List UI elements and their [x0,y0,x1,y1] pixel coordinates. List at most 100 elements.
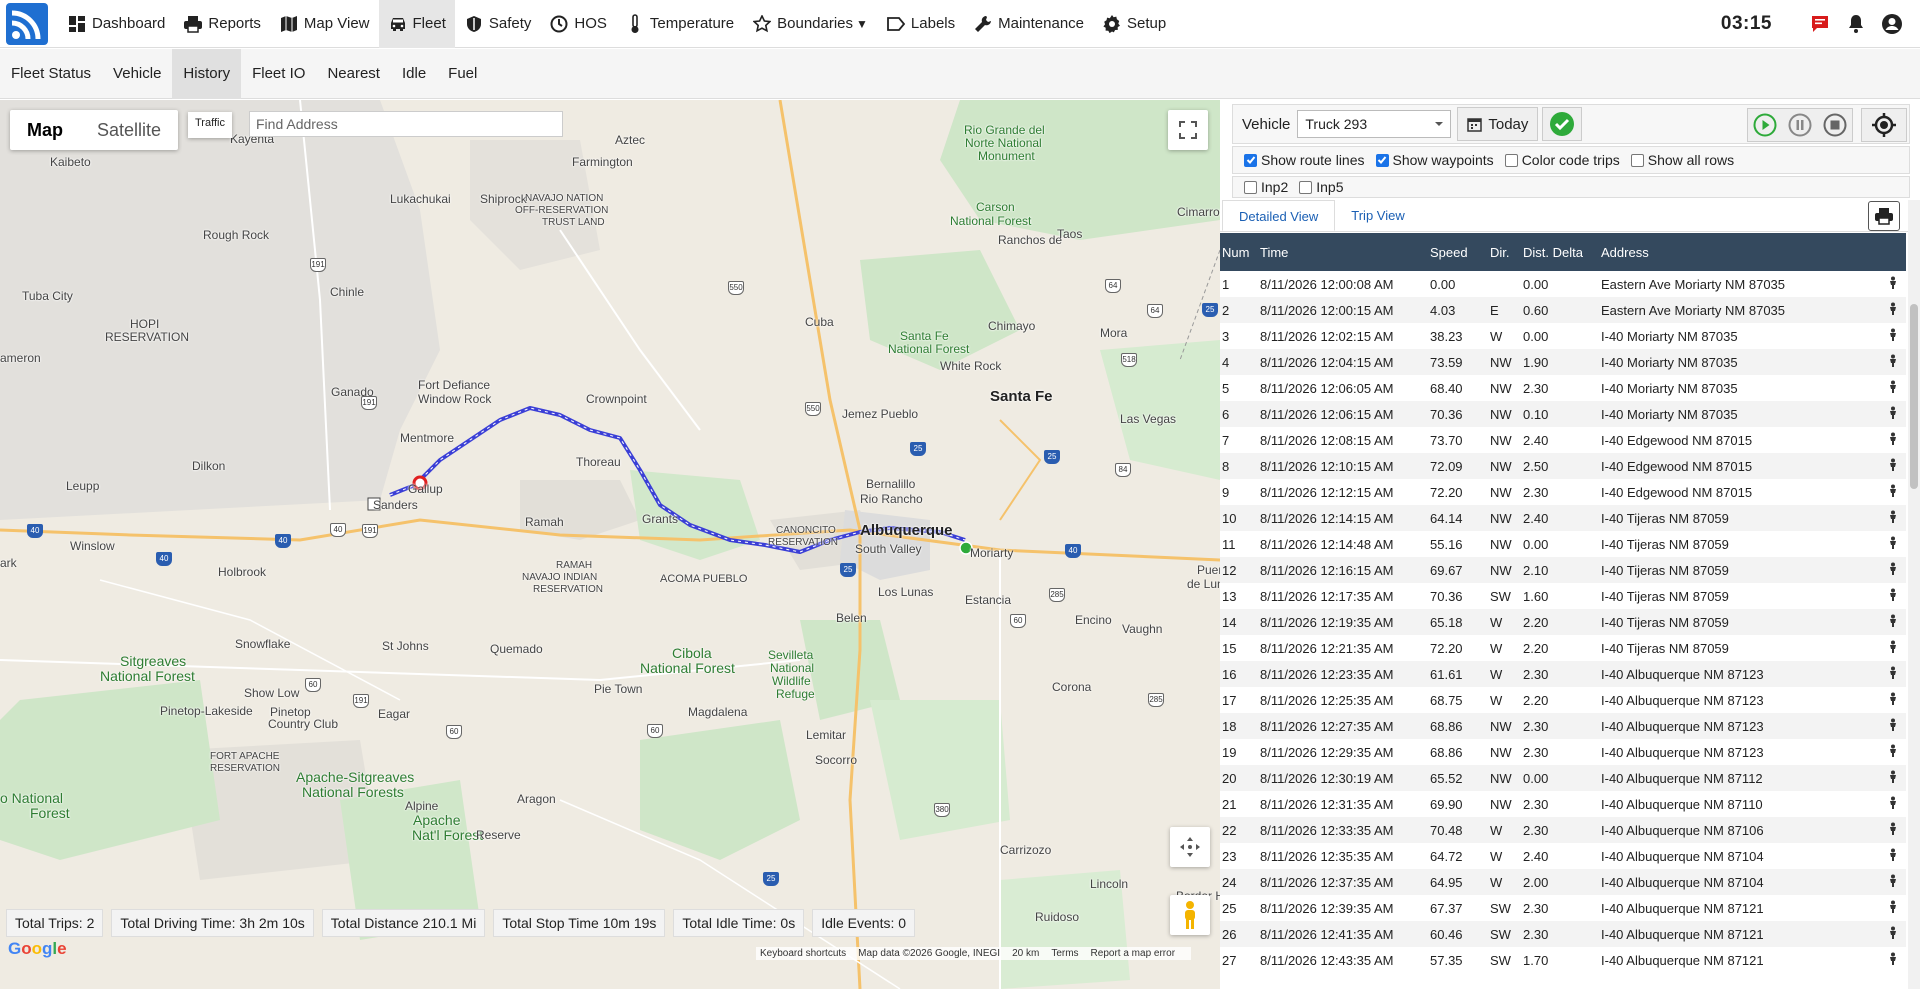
table-row[interactable]: 6 8/11/2026 12:06:15 AM 70.36 NW 0.10 I-40 Mo… [1220,401,1906,427]
street-view-icon[interactable] [1879,661,1906,687]
table-row[interactable]: 8 8/11/2026 12:10:15 AM 72.09 NW 2.50 I-40 Ed… [1220,453,1906,479]
column-header[interactable]: Dir. [1488,233,1521,271]
map-type-map[interactable]: Map [10,110,80,150]
table-row[interactable]: 26 8/11/2026 12:41:35 AM 60.46 SW 2.30 I-40 A… [1220,921,1906,947]
table-row[interactable]: 7 8/11/2026 12:08:15 AM 73.70 NW 2.40 I-40 Ed… [1220,427,1906,453]
table-row[interactable]: 4 8/11/2026 12:04:15 AM 73.59 NW 1.90 I-40 Mo… [1220,349,1906,375]
checkbox-show-waypoints[interactable]: Show waypoints [1375,152,1494,168]
nav-item-temperature[interactable]: Temperature [616,0,743,48]
table-row[interactable]: 13 8/11/2026 12:17:35 AM 70.36 SW 1.60 I-40 T… [1220,583,1906,609]
street-view-icon[interactable] [1879,297,1906,323]
nav-item-safety[interactable]: Safety [455,0,541,48]
table-row[interactable]: 20 8/11/2026 12:30:19 AM 65.52 NW 0.00 I-40 A… [1220,765,1906,791]
street-view-icon[interactable] [1879,947,1906,973]
nav-item-dashboard[interactable]: Dashboard [58,0,174,48]
attribution-item[interactable]: Terms [1051,948,1078,959]
table-row[interactable]: 18 8/11/2026 12:27:35 AM 68.86 NW 2.30 I-40 A… [1220,713,1906,739]
street-view-icon[interactable] [1879,843,1906,869]
subnav-vehicle[interactable]: Vehicle [102,49,172,99]
table-row[interactable]: 3 8/11/2026 12:02:15 AM 38.23 W 0.00 I-40 Mor… [1220,323,1906,349]
subnav-fuel[interactable]: Fuel [437,49,488,99]
street-view-icon[interactable] [1879,921,1906,947]
table-scrollbar[interactable] [1908,200,1920,989]
table-row[interactable]: 21 8/11/2026 12:31:35 AM 69.90 NW 2.30 I-40 A… [1220,791,1906,817]
table-row[interactable]: 16 8/11/2026 12:23:35 AM 61.61 W 2.30 I-40 Al… [1220,661,1906,687]
street-view-icon[interactable] [1879,531,1906,557]
checkbox-color-code-trips[interactable]: Color code trips [1504,152,1620,168]
table-row[interactable]: 15 8/11/2026 12:21:35 AM 72.20 W 2.20 I-40 Ti… [1220,635,1906,661]
checkbox-show-route-lines[interactable]: Show route lines [1244,152,1365,168]
tab-detailed-view[interactable]: Detailed View [1222,200,1336,231]
find-address-input[interactable] [249,111,563,137]
fullscreen-icon[interactable] [1168,110,1208,150]
attribution-item[interactable]: Report a map error [1091,948,1175,959]
print-button[interactable] [1868,201,1900,231]
traffic-button[interactable]: Traffic [188,112,232,138]
column-header[interactable]: Num [1220,233,1258,271]
date-picker-button[interactable]: Today [1457,107,1539,141]
table-row[interactable]: 25 8/11/2026 12:39:35 AM 67.37 SW 2.30 I-40 A… [1220,895,1906,921]
street-view-icon[interactable] [1879,453,1906,479]
scrollbar-thumb[interactable] [1910,304,1918,489]
street-view-icon[interactable] [1879,739,1906,765]
locate-button[interactable] [1861,108,1907,142]
account-icon[interactable] [1874,0,1910,48]
map[interactable]: Aztec Farmington Shiprock Kayenta Kaibet… [0,100,1220,989]
column-header[interactable]: Dist. Delta [1521,233,1599,271]
nav-item-reports[interactable]: Reports [174,0,270,48]
street-view-icon[interactable] [1879,427,1906,453]
table-row[interactable]: 24 8/11/2026 12:37:35 AM 64.95 W 2.00 I-40 Al… [1220,869,1906,895]
subnav-fleet-io[interactable]: Fleet IO [241,49,316,99]
street-view-icon[interactable] [1879,583,1906,609]
nav-item-setup[interactable]: Setup [1093,0,1175,48]
street-view-icon[interactable] [1879,401,1906,427]
subnav-nearest[interactable]: Nearest [316,49,391,99]
table-row[interactable]: 27 8/11/2026 12:43:35 AM 57.35 SW 1.70 I-40 A… [1220,947,1906,973]
table-row[interactable]: 10 8/11/2026 12:14:15 AM 64.14 NW 2.40 I-40 T… [1220,505,1906,531]
checkbox-inp2[interactable]: Inp2 [1244,179,1288,195]
street-view-icon[interactable] [1879,323,1906,349]
street-view-icon[interactable] [1879,635,1906,661]
table-row[interactable]: 9 8/11/2026 12:12:15 AM 72.20 NW 2.30 I-40 Ed… [1220,479,1906,505]
table-row[interactable]: 2 8/11/2026 12:00:15 AM 4.03 E 0.60 Eastern A… [1220,297,1906,323]
column-header[interactable]: Time [1258,233,1428,271]
street-view-icon[interactable] [1879,895,1906,921]
street-view-icon[interactable] [1879,609,1906,635]
checkbox-checked-icon[interactable] [1244,153,1257,167]
app-logo[interactable] [6,2,48,45]
nav-item-map-view[interactable]: Map View [270,0,379,48]
tab-trip-view[interactable]: Trip View [1335,200,1420,231]
street-view-icon[interactable] [1879,375,1906,401]
stop-icon[interactable] [1823,113,1847,137]
street-view-icon[interactable] [1879,791,1906,817]
table-row[interactable]: 22 8/11/2026 12:33:35 AM 70.48 W 2.30 I-40 Al… [1220,817,1906,843]
table-row[interactable]: 19 8/11/2026 12:29:35 AM 68.86 NW 2.30 I-40 A… [1220,739,1906,765]
street-view-icon[interactable] [1879,687,1906,713]
street-view-icon[interactable] [1879,479,1906,505]
street-view-icon[interactable] [1879,869,1906,895]
street-view-pegman-icon[interactable] [1170,895,1210,935]
nav-item-labels[interactable]: Labels [877,0,964,48]
pause-icon[interactable] [1788,113,1812,137]
street-view-icon[interactable] [1879,349,1906,375]
play-icon[interactable] [1753,113,1777,137]
subnav-fleet-status[interactable]: Fleet Status [0,49,102,99]
table-row[interactable]: 17 8/11/2026 12:25:35 AM 68.75 W 2.20 I-40 Al… [1220,687,1906,713]
table-row[interactable]: 14 8/11/2026 12:19:35 AM 65.18 W 2.20 I-40 Ti… [1220,609,1906,635]
subnav-idle[interactable]: Idle [391,49,437,99]
street-view-icon[interactable] [1879,765,1906,791]
checkbox-unchecked-icon[interactable] [1299,180,1313,194]
column-header[interactable]: Address [1599,233,1879,271]
table-row[interactable]: 23 8/11/2026 12:35:35 AM 64.72 W 2.40 I-40 Al… [1220,843,1906,869]
attribution-item[interactable]: Keyboard shortcuts [760,948,846,959]
nav-item-boundaries[interactable]: Boundaries ▼ [743,0,877,48]
nav-item-hos[interactable]: HOS [540,0,616,48]
street-view-icon[interactable] [1879,271,1906,297]
table-row[interactable]: 1 8/11/2026 12:00:08 AM 0.00 0.00 Eastern Av… [1220,271,1906,297]
checkbox-show-all-rows[interactable]: Show all rows [1630,152,1734,168]
checkbox-unchecked-icon[interactable] [1630,153,1644,167]
street-view-icon[interactable] [1879,713,1906,739]
table-row[interactable]: 11 8/11/2026 12:14:48 AM 55.16 NW 0.00 I-40 T… [1220,531,1906,557]
nav-item-fleet[interactable]: Fleet [378,0,455,48]
pan-control-icon[interactable] [1170,827,1210,867]
